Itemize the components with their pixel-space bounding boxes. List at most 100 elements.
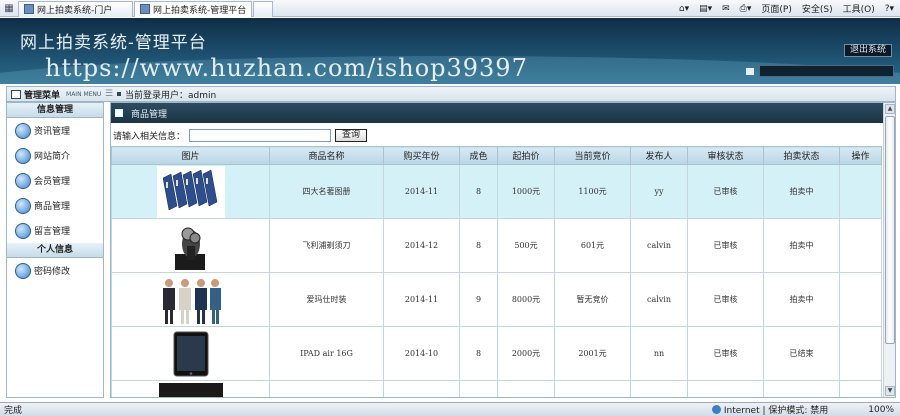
condition: 8 <box>459 326 498 381</box>
logout-button[interactable]: 退出系统 <box>843 44 892 57</box>
start-price: 2000元 <box>497 326 555 381</box>
scroll-up-icon[interactable]: ▲ <box>885 104 895 114</box>
sidebar-item-password[interactable]: 密码修改 <box>7 258 103 283</box>
page-icon <box>24 4 34 14</box>
zoom-level[interactable]: 100% <box>868 405 894 415</box>
tab-admin[interactable]: 网上拍卖系统-管理平台 ✕ <box>134 0 252 17</box>
auction-status: 拍卖中 <box>763 164 840 219</box>
app-title: 网上拍卖系统-管理平台 <box>20 33 207 53</box>
shaver-image <box>156 219 225 272</box>
print-icon[interactable]: ⎙▾ <box>740 4 752 14</box>
main-panel: 商品管理 请输入相关信息： 查询 图片 商品名称 购买年份 成色 起拍价 当前竞… <box>110 102 896 398</box>
condition: 8 <box>459 164 498 219</box>
auction-status: 已结束 <box>763 326 840 381</box>
header-square-icon <box>746 68 754 75</box>
safety-menu[interactable]: 安全(S) <box>802 2 833 15</box>
column-header: 审核状态 <box>687 146 764 165</box>
globe-icon <box>711 405 721 414</box>
action-cell[interactable] <box>839 164 882 219</box>
sidebar-item-intro[interactable]: 网站简介 <box>7 143 103 168</box>
vertical-scrollbar[interactable]: ▲ ▼ <box>883 103 895 397</box>
globe-icon <box>15 197 31 214</box>
empty-cell <box>497 380 555 397</box>
menu-header: 管理菜单 MAIN MENU <box>7 88 105 101</box>
empty-cell <box>630 380 688 397</box>
panel-title-bar: 商品管理 <box>111 103 895 123</box>
review-status: 已审核 <box>687 218 764 273</box>
image-cell <box>111 218 270 273</box>
ipad-image <box>156 327 225 380</box>
zone-text: Internet | 保护模式: 禁用 <box>723 406 829 416</box>
sidebar-item-products[interactable]: 商品管理 <box>7 193 103 218</box>
action-cell[interactable] <box>839 326 882 381</box>
new-tab-button[interactable] <box>253 0 273 17</box>
scroll-down-icon[interactable]: ▼ <box>885 386 895 396</box>
product-name: IPAD air 16G <box>269 326 384 381</box>
header-bar <box>759 65 894 77</box>
column-header: 成色 <box>459 146 498 165</box>
sidebar-item-label: 密码修改 <box>34 267 71 277</box>
security-zone: Internet | 保护模式: 禁用 <box>711 403 829 416</box>
search-row: 请输入相关信息： 查询 <box>111 127 895 144</box>
book-set-image <box>156 165 225 218</box>
column-header: 发布人 <box>630 146 688 165</box>
current-user-text: 当前登录用户：admin <box>125 90 217 101</box>
table-row[interactable]: 爱玛仕时装 2014-11 9 8000元 暂无竞价 calvin 已审核 拍卖… <box>111 272 882 327</box>
table-row[interactable] <box>111 380 882 397</box>
page-menu[interactable]: 页面(P) <box>761 2 791 15</box>
mail-icon[interactable]: ✉ <box>722 4 730 14</box>
globe-icon <box>15 172 31 189</box>
table-row[interactable]: 飞利浦剃须刀 2014-12 8 500元 601元 calvin 已审核 拍卖… <box>111 218 882 273</box>
status-text: 完成 <box>4 406 23 416</box>
sidebar-item-label: 网站简介 <box>34 152 71 162</box>
review-status: 已审核 <box>687 272 764 327</box>
search-input[interactable] <box>189 129 332 142</box>
sidebar-item-news[interactable]: 资讯管理 <box>7 118 103 143</box>
column-header: 图片 <box>111 146 270 165</box>
publisher: yy <box>630 164 688 219</box>
collapse-icon[interactable]: ☰ <box>105 89 117 99</box>
search-label: 请输入相关信息： <box>113 132 186 142</box>
tools-menu[interactable]: 工具(O) <box>843 2 875 15</box>
scroll-thumb[interactable] <box>885 116 895 344</box>
current-bid: 暂无竞价 <box>554 272 631 327</box>
action-cell[interactable] <box>839 218 882 273</box>
home-icon[interactable]: ⌂▾ <box>679 4 689 14</box>
start-price: 8000元 <box>497 272 555 327</box>
sidebar-item-members[interactable]: 会员管理 <box>7 168 103 193</box>
tab-portal[interactable]: 网上拍卖系统-门户 <box>18 0 133 17</box>
empty-cell <box>269 380 384 397</box>
feeds-icon[interactable]: ▤▾ <box>699 4 712 14</box>
sidebar-item-label: 资讯管理 <box>34 127 71 137</box>
column-header: 操作 <box>839 146 882 165</box>
bullet-icon <box>117 92 121 96</box>
product-image <box>156 381 225 397</box>
publisher: calvin <box>630 218 688 273</box>
status-row: 管理菜单 MAIN MENU ☰ 当前登录用户：admin <box>6 86 896 102</box>
current-user: 当前登录用户：admin <box>117 88 216 101</box>
empty-cell <box>763 380 840 397</box>
current-bid: 2001元 <box>554 326 631 381</box>
auction-status: 拍卖中 <box>763 218 840 273</box>
empty-cell <box>554 380 631 397</box>
search-button[interactable]: 查询 <box>335 129 368 142</box>
help-icon[interactable]: ?▾ <box>885 4 894 14</box>
empty-cell <box>839 380 882 397</box>
image-cell <box>111 326 270 381</box>
image-cell <box>111 164 270 219</box>
image-cell <box>111 380 270 397</box>
menu-subtitle: MAIN MENU <box>66 90 102 98</box>
column-header: 起拍价 <box>497 146 555 165</box>
current-bid: 1100元 <box>554 164 631 219</box>
panel-icon <box>115 109 123 117</box>
action-cell[interactable] <box>839 272 882 327</box>
table-row[interactable]: 四大名著图册 2014-11 8 1000元 1100元 yy 已审核 拍卖中 <box>111 164 882 219</box>
quick-tabs-icon[interactable]: ▦ <box>0 0 18 17</box>
table-row[interactable]: IPAD air 16G 2014-10 8 2000元 2001元 nn 已审… <box>111 326 882 381</box>
publisher: nn <box>630 326 688 381</box>
sidebar-section-personal: 个人信息 <box>7 243 103 258</box>
review-status: 已审核 <box>687 326 764 381</box>
auction-status: 拍卖中 <box>763 272 840 327</box>
sidebar-item-messages[interactable]: 留言管理 <box>7 218 103 243</box>
purchase-year: 2014-12 <box>383 218 460 273</box>
